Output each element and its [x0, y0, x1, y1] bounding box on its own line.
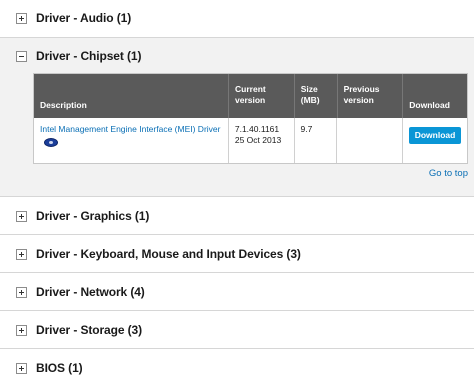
section-header-driver-network[interactable]: Driver - Network (4): [0, 274, 474, 310]
section-driver-storage: Driver - Storage (3): [0, 311, 474, 349]
section-header-driver-storage[interactable]: Driver - Storage (3): [0, 312, 474, 348]
driver-name-link[interactable]: Intel Management Engine Interface (MEI) …: [40, 124, 222, 135]
size-cell: 9.7: [295, 118, 338, 163]
download-cell: Download: [403, 118, 467, 163]
section-driver-network: Driver - Network (4): [0, 273, 474, 311]
table-header-row: Description Current version Size (MB) Pr…: [34, 74, 467, 118]
expand-plus-icon[interactable]: [16, 248, 27, 260]
section-title: Driver - Chipset (1): [36, 49, 142, 63]
section-driver-keyboard-mouse-input: Driver - Keyboard, Mouse and Input Devic…: [0, 235, 474, 273]
table-row: Intel Management Engine Interface (MEI) …: [34, 118, 467, 163]
section-header-driver-chipset[interactable]: Driver - Chipset (1): [0, 38, 474, 74]
column-header-size: Size (MB): [295, 74, 338, 118]
driver-table: Description Current version Size (MB) Pr…: [33, 73, 468, 164]
column-header-current-version: Current version: [229, 74, 295, 118]
download-button[interactable]: Download: [409, 127, 462, 144]
current-version: 7.1.40.1161: [234, 124, 280, 134]
section-title: Driver - Keyboard, Mouse and Input Devic…: [36, 247, 301, 261]
section-title: Driver - Network (4): [36, 285, 145, 299]
column-header-description: Description: [34, 74, 230, 118]
release-date: 25 Oct 2013: [234, 135, 282, 145]
collapse-minus-icon[interactable]: [16, 50, 27, 62]
section-title: Driver - Storage (3): [36, 323, 143, 337]
column-header-download: Download: [409, 100, 450, 110]
expand-plus-icon[interactable]: [16, 324, 27, 336]
expand-plus-icon[interactable]: [16, 210, 27, 222]
disc-icon: [44, 138, 58, 147]
section-driver-audio: Driver - Audio (1): [0, 0, 474, 38]
section-title: BIOS (1): [36, 361, 83, 375]
version-cell: 7.1.40.1161 25 Oct 2013: [229, 118, 295, 163]
section-bios: BIOS (1): [0, 349, 474, 382]
previous-version-cell: [337, 118, 404, 163]
description-cell: Intel Management Engine Interface (MEI) …: [34, 118, 229, 163]
section-header-driver-audio[interactable]: Driver - Audio (1): [0, 0, 474, 36]
section-header-driver-keyboard-mouse-input[interactable]: Driver - Keyboard, Mouse and Input Devic…: [0, 236, 474, 272]
section-header-bios[interactable]: BIOS (1): [0, 350, 474, 382]
expand-plus-icon[interactable]: [16, 362, 27, 374]
expand-plus-icon[interactable]: [16, 12, 27, 24]
section-title: Driver - Graphics (1): [36, 209, 150, 223]
section-driver-graphics: Driver - Graphics (1): [0, 197, 474, 235]
section-title: Driver - Audio (1): [36, 11, 132, 25]
go-to-top-link[interactable]: Go to top: [429, 168, 468, 179]
expand-plus-icon[interactable]: [16, 286, 27, 298]
column-header-previous-version: Previous version: [338, 74, 404, 118]
section-header-driver-graphics[interactable]: Driver - Graphics (1): [0, 198, 474, 234]
